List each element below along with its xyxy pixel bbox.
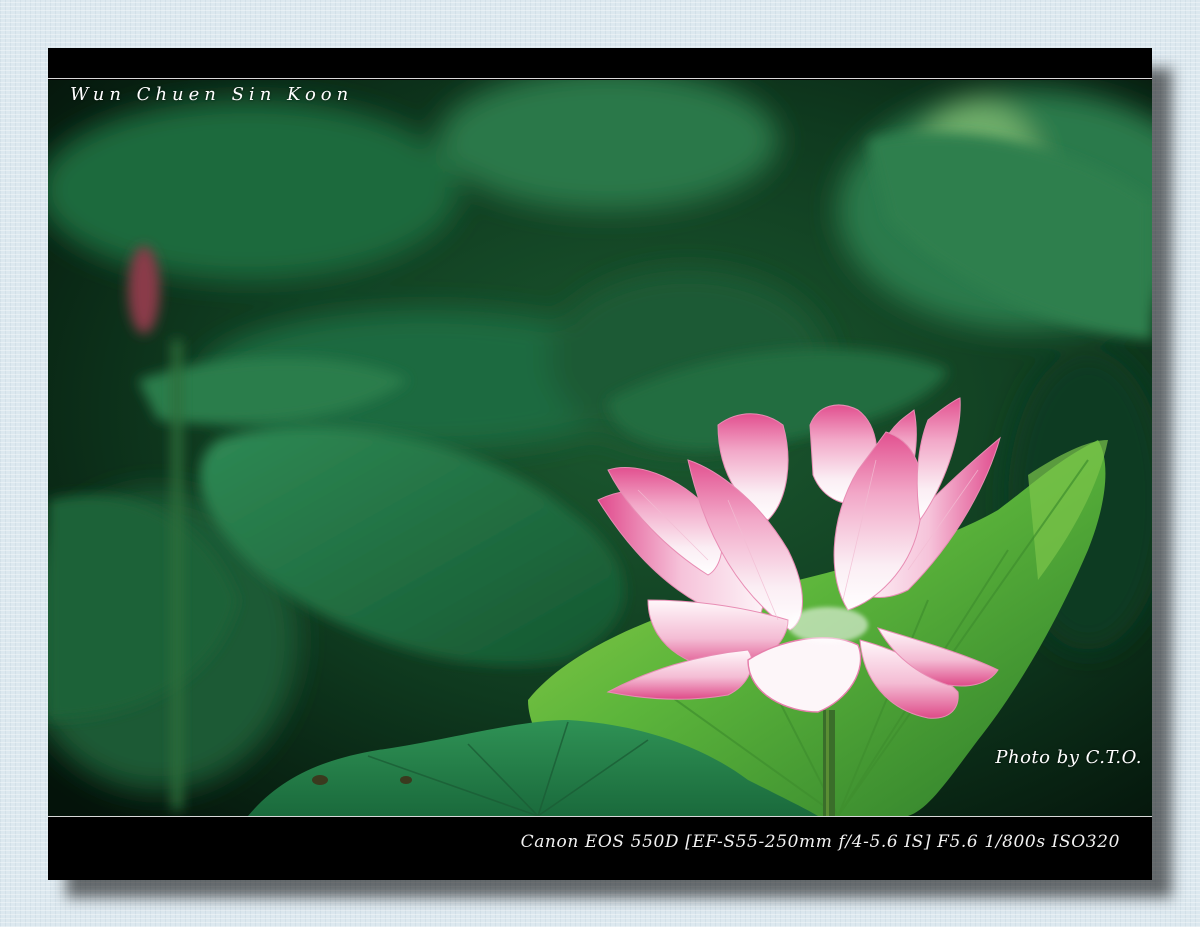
photographer-name: Wun Chuen Sin Koon <box>70 84 354 105</box>
bottom-frame-bar: Canon EOS 550D [EF-S55-250mm f/4-5.6 IS]… <box>48 818 1152 880</box>
top-frame-bar <box>48 48 1152 78</box>
photo-frame: Wun Chuen Sin Koon Photo by C.T.O. Canon… <box>48 48 1152 880</box>
top-frame-rule <box>48 78 1152 79</box>
photo-credit: Photo by C.T.O. <box>995 747 1142 768</box>
lotus-photo-svg <box>48 80 1152 816</box>
exif-caption: Canon EOS 550D [EF-S55-250mm f/4-5.6 IS]… <box>520 832 1120 852</box>
bottom-frame-rule <box>48 816 1152 817</box>
lotus-photo <box>48 80 1152 816</box>
